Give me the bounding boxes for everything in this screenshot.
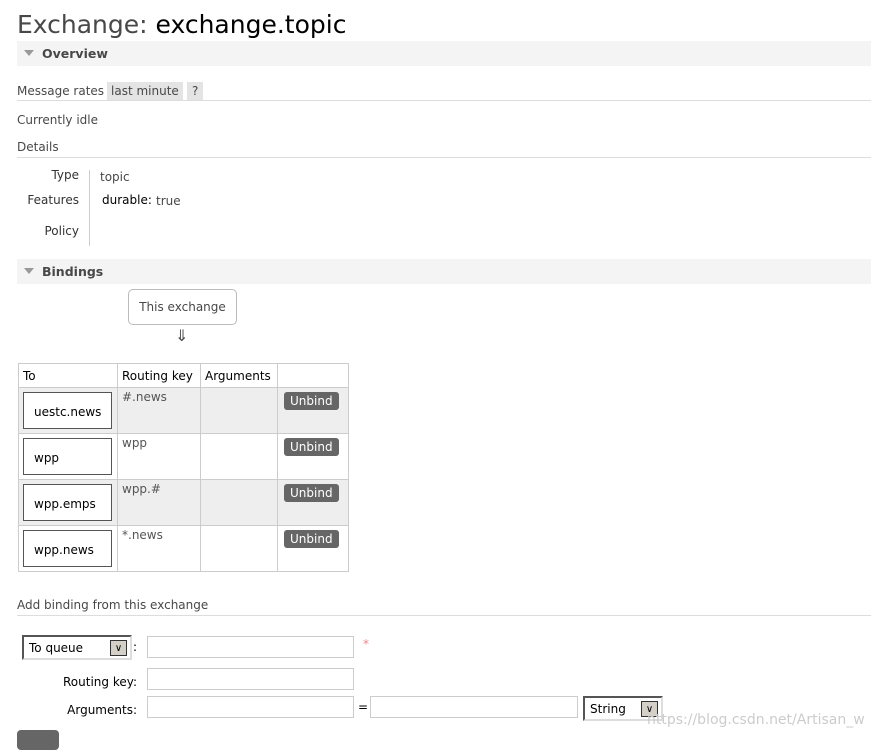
help-button[interactable]: ? — [187, 82, 204, 100]
queue-link[interactable]: wpp.news — [23, 530, 112, 567]
argument-key-input[interactable] — [147, 696, 354, 718]
type-value: topic — [100, 170, 130, 184]
queue-link[interactable]: uestc.news — [23, 392, 112, 429]
routing-key: #.news — [117, 387, 201, 434]
add-binding-header: Add binding from this exchange — [17, 598, 209, 612]
chevron-down-icon: ∨ — [110, 640, 127, 656]
divider — [17, 100, 871, 101]
arguments — [200, 433, 278, 480]
col-routing-key: Routing key — [117, 363, 201, 388]
col-actions — [277, 363, 349, 388]
source-exchange-box: This exchange — [128, 289, 237, 325]
type-label: Type — [51, 168, 79, 182]
arguments — [200, 387, 278, 434]
details-label: Details — [17, 140, 59, 154]
arguments — [200, 479, 278, 526]
message-rates-label: Message rates — [17, 84, 105, 98]
page-title: Exchange: exchange.topic — [17, 10, 347, 39]
col-arguments: Arguments — [200, 363, 278, 388]
collapse-triangle-icon — [24, 50, 34, 56]
destination-input[interactable] — [147, 636, 354, 658]
details-divider — [89, 170, 90, 246]
colon: : — [133, 640, 138, 654]
routing-key: wpp.# — [117, 479, 201, 526]
destination-type-select[interactable]: To queue ∨ — [22, 635, 132, 660]
bindings-section-toggle[interactable]: Bindings — [17, 259, 871, 284]
feature-key: durable: — [102, 193, 152, 207]
arguments-label: Arguments: — [67, 703, 137, 717]
table-row: wpp wpp Unbind — [18, 433, 349, 480]
col-to: To — [18, 363, 118, 388]
routing-key: wpp — [117, 433, 201, 480]
required-marker: * — [363, 637, 369, 651]
queue-link[interactable]: wpp.emps — [23, 484, 112, 521]
unbind-button[interactable]: Unbind — [284, 392, 339, 410]
argument-value-input[interactable] — [370, 696, 578, 718]
rate-range-button[interactable]: last minute — [107, 82, 183, 100]
unbind-button[interactable]: Unbind — [284, 484, 339, 502]
down-arrow-icon: ⇓ — [175, 326, 189, 345]
queue-link[interactable]: wpp — [23, 438, 112, 475]
features-label: Features — [27, 193, 79, 207]
table-row: uestc.news #.news Unbind — [18, 387, 349, 434]
routing-key: *.news — [117, 525, 201, 572]
status-text: Currently idle — [17, 113, 98, 127]
routing-key-input[interactable] — [147, 668, 354, 690]
collapse-triangle-icon — [24, 268, 34, 274]
watermark: https://blog.csdn.net/Artisan_w — [647, 712, 865, 728]
table-row: wpp.news *.news Unbind — [18, 525, 349, 572]
feature-value: true — [156, 194, 181, 208]
routing-key-label: Routing key: — [63, 675, 137, 689]
bindings-table: To Routing key Arguments uestc.news #.news U… — [18, 363, 349, 572]
overview-section-toggle[interactable]: Overview — [17, 41, 871, 66]
table-row: wpp.emps wpp.# Unbind — [18, 479, 349, 526]
unbind-button[interactable]: Unbind — [284, 530, 339, 548]
divider — [17, 157, 871, 158]
overview-header: Overview — [42, 46, 108, 61]
bind-button[interactable] — [17, 730, 59, 750]
equals-sign: = — [358, 700, 369, 714]
divider — [17, 615, 871, 616]
unbind-button[interactable]: Unbind — [284, 438, 339, 456]
bindings-header: Bindings — [42, 264, 104, 279]
arguments — [200, 525, 278, 572]
policy-label: Policy — [44, 224, 79, 238]
